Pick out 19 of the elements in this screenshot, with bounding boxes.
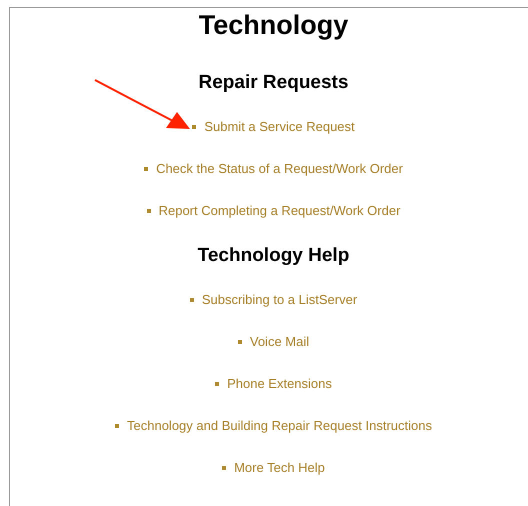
link[interactable]: Voice Mail: [250, 334, 310, 349]
link[interactable]: Report Completing a Request/Work Order: [158, 203, 400, 218]
bullet-icon: [115, 424, 120, 428]
bullet-icon: [192, 124, 196, 128]
link[interactable]: Phone Extensions: [227, 376, 332, 391]
section-heading: Technology Help: [198, 246, 350, 265]
link[interactable]: Check the Status of a Request/Work Order: [156, 161, 403, 176]
bullet-icon: [215, 382, 220, 386]
bullet-icon: [146, 208, 151, 212]
section-heading: Repair Requests: [198, 73, 348, 92]
link[interactable]: More Tech Help: [234, 460, 325, 475]
bullet-icon: [144, 166, 148, 170]
bullet-icon: [238, 340, 242, 344]
link[interactable]: Submit a Service Request: [204, 119, 355, 134]
page-title: Technology: [198, 12, 348, 39]
bullet-icon: [190, 298, 194, 302]
bullet-icon: [222, 466, 226, 470]
link[interactable]: Technology and Building Repair Request Instructions: [127, 418, 432, 433]
link[interactable]: Subscribing to a ListServer: [202, 292, 358, 307]
